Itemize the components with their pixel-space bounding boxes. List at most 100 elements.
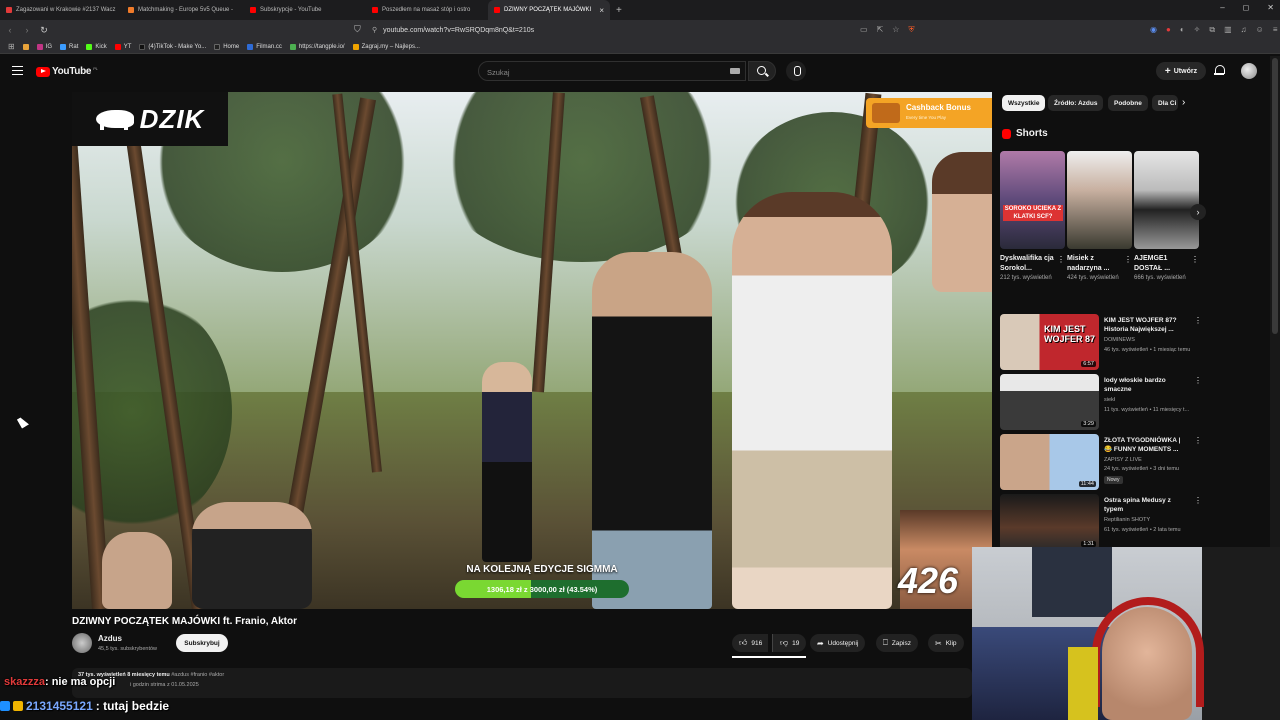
bookmark-star-icon[interactable]: ⛉ — [354, 24, 361, 35]
bookmark-item[interactable]: Filman.cc — [247, 43, 282, 50]
search-button[interactable] — [748, 61, 776, 81]
puzzle-icon[interactable]: ⧉ — [1209, 25, 1215, 35]
chip-for-you[interactable]: Dla Ci — [1152, 95, 1178, 111]
extension-icon[interactable]: ✧ — [1194, 25, 1201, 35]
share-icon[interactable]: ⇱ — [877, 25, 884, 35]
channel-name[interactable]: Azdus — [98, 634, 122, 643]
close-window-icon[interactable]: ✕ — [1267, 3, 1274, 12]
microphone-button[interactable] — [786, 61, 806, 81]
minimize-icon[interactable]: – — [1220, 3, 1224, 12]
hashtags[interactable]: #azdus #franio #aktor — [171, 672, 224, 678]
save-button[interactable]: ⎕ Zapisz — [876, 634, 918, 652]
bookmark-item[interactable]: Home — [214, 43, 239, 50]
chip-similar[interactable]: Podobne — [1108, 95, 1148, 111]
keyboard-icon[interactable] — [730, 68, 740, 74]
more-options-icon[interactable]: ⋮ — [1057, 255, 1065, 264]
channel-name[interactable]: DOMINEWS — [1104, 337, 1135, 343]
reload-icon[interactable]: ↻ — [37, 25, 51, 36]
video-person-sitting — [192, 502, 312, 609]
more-options-icon[interactable]: ⋮ — [1194, 376, 1202, 385]
bookmark-item[interactable]: Kick — [86, 43, 107, 50]
bookmark-item[interactable]: (4)TikTok - Make Yo... — [139, 43, 206, 50]
extension-icon[interactable]: ● — [1166, 25, 1171, 35]
browser-tab-1[interactable]: Zagazowani w Krakowie #2137 Wacz — [0, 0, 122, 20]
channel-name[interactable]: Reptilianin SHOTY — [1104, 517, 1150, 523]
short-title: Dyskwalifika cja Sorokol... — [1000, 255, 1054, 272]
browser-tab-2[interactable]: Matchmaking - Europe 5v5 Queue - — [122, 0, 244, 20]
bookmark-folder[interactable] — [22, 43, 29, 50]
apps-grid-icon[interactable]: ⊞ — [8, 42, 15, 51]
chip-all[interactable]: Wszystkie — [1002, 95, 1046, 111]
star-icon[interactable]: ☆ — [892, 25, 899, 35]
share-button[interactable]: ➦ Udostępnij — [810, 634, 866, 652]
site-info-icon[interactable]: ⚲ — [372, 26, 377, 34]
hamburger-menu-icon[interactable] — [12, 66, 23, 75]
more-options-icon[interactable]: ⋮ — [1124, 255, 1132, 264]
video-meta: 46 tys. wyświetleń • 1 miesiąc temu — [1104, 347, 1191, 353]
url-field[interactable]: ⚲ youtube.com/watch?v=RwSRQDqm8nQ&t=210s — [372, 23, 912, 37]
brave-shield-icon[interactable]: ⛨ — [908, 25, 914, 35]
profile-icon[interactable]: ☺ — [1256, 25, 1264, 35]
bookmark-item[interactable]: IG — [36, 43, 53, 50]
youtube-logo[interactable]: YouTube PL — [36, 66, 98, 77]
browser-tab-4[interactable]: Poszedłem na masaż stóp i ostro — [366, 0, 488, 20]
bookmark-favicon — [86, 43, 93, 50]
close-tab-icon[interactable]: × — [599, 6, 604, 15]
browser-tab-5-active[interactable]: DZIWNY POCZĄTEK MAJÓWKI × — [488, 0, 610, 20]
extension-icon[interactable]: ◐ — [1180, 25, 1185, 35]
video-title: DZIWNY POCZĄTEK MAJÓWKI ft. Franio, Akto… — [72, 616, 297, 627]
more-options-icon[interactable]: ⋮ — [1194, 436, 1202, 445]
scissors-icon: ✂ — [935, 638, 942, 648]
short-card[interactable]: AJEMGE1 DOSTAŁ ... 666 tys. wyświetleń ⋮ — [1134, 151, 1199, 282]
forward-icon[interactable]: › — [20, 25, 34, 35]
recommended-video[interactable]: 1:31 Ostra spina Medusy z typem Reptilia… — [1000, 494, 1202, 550]
chevron-right-icon[interactable]: › — [1182, 97, 1185, 108]
chat-message: 2131455121: tutaj bedzie — [0, 699, 169, 713]
bookmark-item[interactable]: https://tangple.io/ — [289, 43, 345, 50]
shorts-next-arrow-icon[interactable]: › — [1190, 204, 1206, 220]
bookmark-item[interactable]: YT — [114, 43, 131, 50]
address-bar-actions: ▭ ⇱ ☆ ⛨ — [860, 25, 914, 35]
recommended-video[interactable]: 11:44 ZŁOTA TYGODNIÓWKA | 😂 FUNNY MOMENT… — [1000, 434, 1202, 490]
scrollbar-thumb[interactable] — [1272, 58, 1278, 334]
menu-icon[interactable]: ≡ — [1273, 25, 1278, 35]
chip-source[interactable]: Źródło: Azdus — [1048, 95, 1104, 111]
back-icon[interactable]: ‹ — [3, 25, 17, 35]
url-text: youtube.com/watch?v=RwSRQDqm8nQ&t=210s — [383, 26, 535, 34]
channel-avatar[interactable] — [72, 633, 92, 653]
clip-button[interactable]: ✂ Klip — [928, 634, 964, 652]
install-icon[interactable]: ▭ — [860, 25, 868, 35]
more-options-icon[interactable]: ⋮ — [1194, 316, 1202, 325]
user-avatar[interactable] — [1241, 63, 1257, 79]
sidebar-icon[interactable]: ▥ — [1224, 25, 1232, 35]
bookmark-item[interactable]: Zagraj.my – Najleps... — [352, 43, 420, 50]
search-input[interactable]: Szukaj — [478, 61, 746, 81]
like-button[interactable]: 👍︎ 916 — [732, 634, 769, 652]
maximize-icon[interactable]: ◻ — [1243, 3, 1250, 12]
subscribe-button[interactable]: Subskrybuj — [176, 634, 228, 652]
music-icon[interactable]: ♫ — [1241, 25, 1247, 35]
bookmark-favicon — [139, 43, 146, 50]
create-button[interactable]: + Utwórz — [1156, 62, 1206, 80]
thumb-text: KIM JEST WOJFER 87 — [1044, 324, 1096, 344]
notifications-bell-icon[interactable] — [1214, 65, 1225, 76]
channel-name[interactable]: ZAPISY Z LIVE — [1104, 457, 1142, 463]
more-options-icon[interactable]: ⋮ — [1194, 496, 1202, 505]
bookmark-favicon — [352, 43, 359, 50]
bookmark-item[interactable]: Rat — [60, 43, 78, 50]
channel-name[interactable]: siekł — [1104, 397, 1115, 403]
short-card[interactable]: SOROKO UCIEKA Z KLATKI SCF? Dyskwalifika… — [1000, 151, 1065, 282]
short-card[interactable]: Misiek z nadarzyna ... 424 tys. wyświetl… — [1067, 151, 1132, 282]
bookmark-label: https://tangple.io/ — [298, 43, 345, 50]
short-thumbnail: SOROKO UCIEKA Z KLATKI SCF? — [1000, 151, 1065, 249]
tab-label: Zagazowani w Krakowie #2137 Wacz — [16, 7, 116, 13]
bookmark-label: IG — [45, 43, 53, 50]
recommended-video[interactable]: KIM JEST WOJFER 87 6:57 KIM JEST WOJFER … — [1000, 314, 1202, 370]
new-tab-button[interactable]: + — [616, 5, 622, 16]
browser-tab-3[interactable]: Subskrypcje - YouTube — [244, 0, 366, 20]
more-options-icon[interactable]: ⋮ — [1191, 255, 1199, 264]
recommended-video[interactable]: 3:29 lody włoskie bardzo smaczne siekł 1… — [1000, 374, 1202, 430]
extension-icon[interactable]: ◉ — [1150, 25, 1157, 35]
dislike-button[interactable]: 👎︎ 19 — [772, 634, 807, 652]
video-player[interactable]: DZIK Cashback Bonus Every time You Play … — [72, 92, 992, 609]
